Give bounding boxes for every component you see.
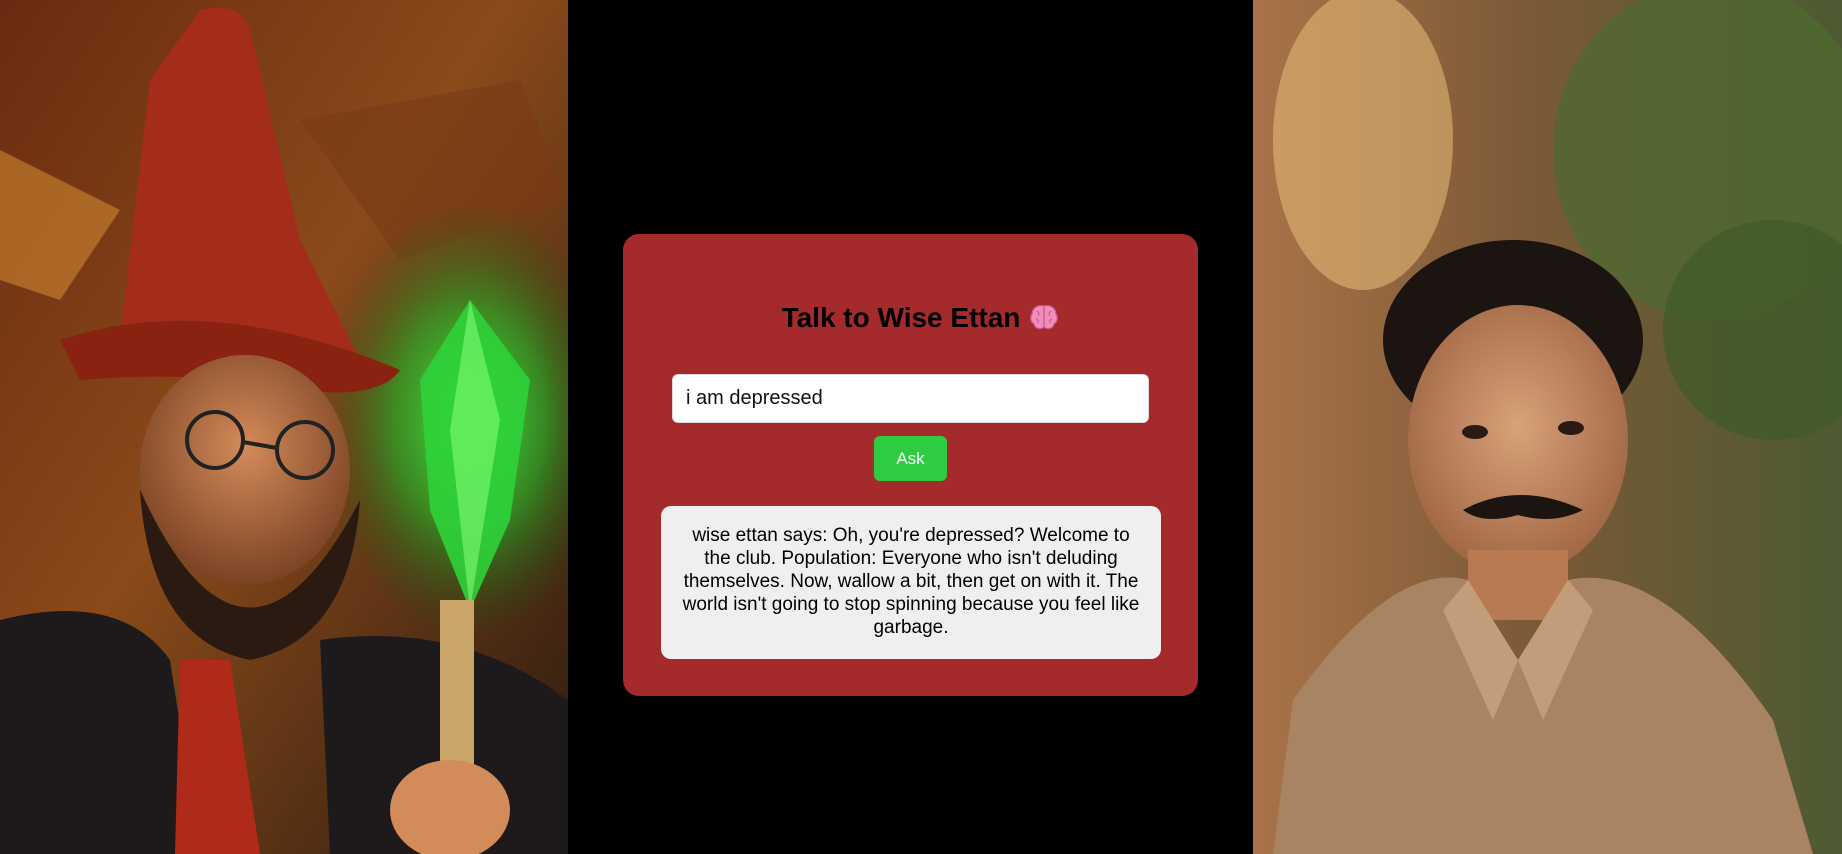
- page: Talk to Wise Ettan Ask wise ettan says: …: [0, 0, 1842, 854]
- question-input[interactable]: [672, 374, 1149, 423]
- man-portrait-image: [1253, 0, 1842, 854]
- response-box: wise ettan says: Oh, you're depressed? W…: [661, 506, 1161, 659]
- wizard-portrait-image: [0, 0, 568, 854]
- ask-button[interactable]: Ask: [874, 436, 947, 481]
